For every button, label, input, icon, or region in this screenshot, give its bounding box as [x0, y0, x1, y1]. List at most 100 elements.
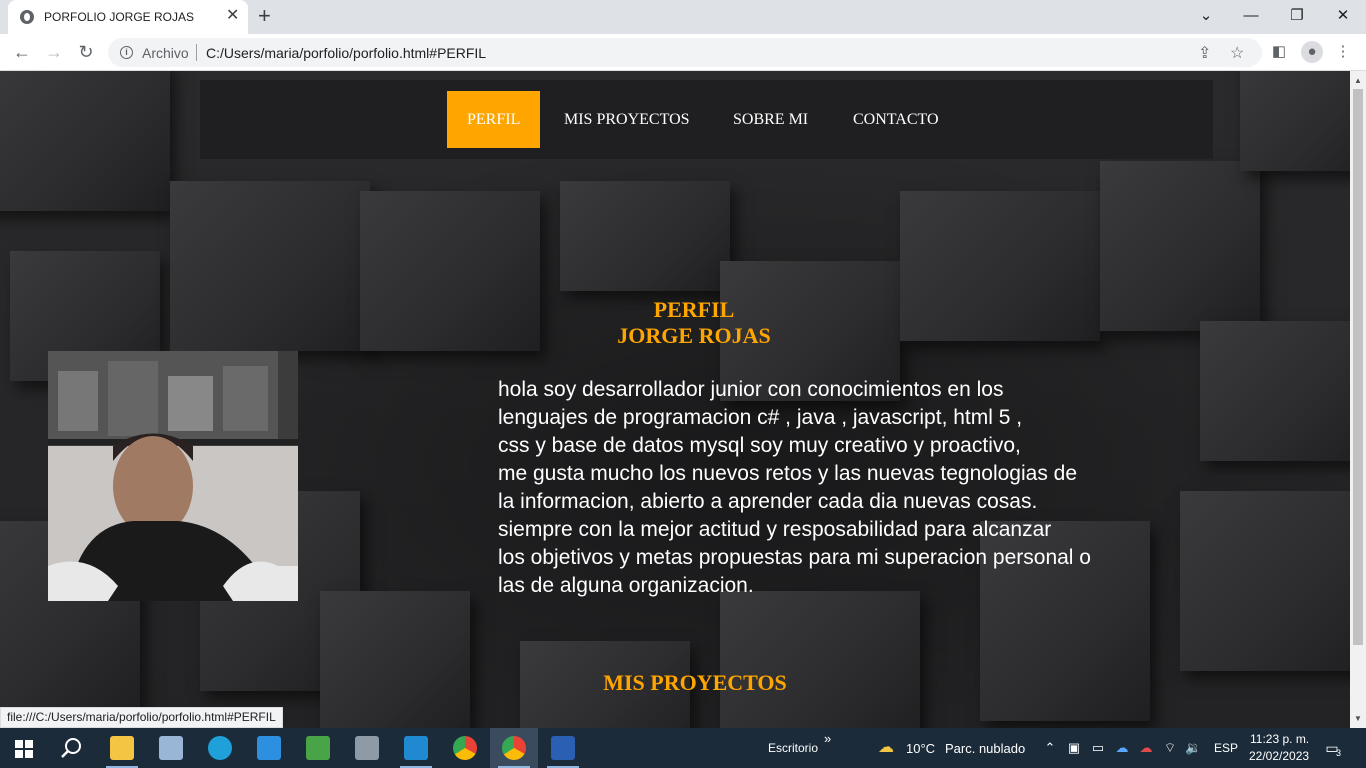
share-icon[interactable]: ⇪ [1198, 43, 1211, 63]
taskbar-photos[interactable] [147, 728, 195, 768]
chrome-icon [502, 736, 526, 760]
sync-error-icon[interactable]: ☁ [1138, 740, 1154, 756]
scroll-up-arrow-icon[interactable]: ▲ [1350, 73, 1366, 89]
browser-tabstrip: PORFOLIO JORGE ROJAS ✕ + ⌄ — ❐ ✕ [0, 0, 1366, 34]
taskbar-chrome-active[interactable] [490, 728, 538, 768]
bg-tile [1100, 161, 1260, 331]
taskbar-search-button[interactable] [48, 728, 96, 768]
search-icon [61, 738, 81, 758]
bio-line: las de alguna organizacion. [498, 574, 754, 597]
notifications-count: 3 [1336, 748, 1342, 758]
nav-link-mis-proyectos[interactable]: MIS PROYECTOS [564, 91, 690, 148]
page-scrollbar[interactable]: ▲ ▼ [1350, 71, 1366, 728]
bg-tile [720, 591, 920, 728]
address-bar[interactable]: i Archivo C:/Users/maria/porfolio/porfol… [108, 38, 1262, 67]
taskbar-word[interactable] [539, 728, 587, 768]
bg-tile [360, 191, 540, 351]
taskbar-app-gray[interactable] [343, 728, 391, 768]
profile-photo-image [48, 351, 298, 601]
bg-tile [900, 191, 1100, 341]
bg-tile [1240, 71, 1350, 171]
app-green-icon [306, 736, 330, 760]
bg-tile [170, 181, 370, 351]
info-icon[interactable]: i [120, 46, 133, 59]
wifi-icon[interactable]: ⌔ [1162, 740, 1178, 756]
bg-tile [320, 591, 470, 728]
menu-kebab-icon[interactable]: ⋮ [1332, 41, 1354, 63]
omnibox-divider [196, 44, 197, 61]
site-navbar: PERFIL MIS PROYECTOS SOBRE MI CONTACTO [200, 80, 1213, 159]
nav-link-contacto[interactable]: CONTACTO [853, 91, 939, 148]
taskbar-app-green[interactable] [294, 728, 342, 768]
tab-search-icon[interactable]: ⌄ [1186, 4, 1226, 28]
profile-icon[interactable]: ● [1301, 41, 1323, 63]
desktop-label[interactable]: Escritorio [768, 741, 818, 755]
status-url-bubble: file:///C:/Users/maria/porfolio/porfolio… [0, 707, 283, 728]
chrome-icon [453, 736, 477, 760]
perfil-heading: PERFIL [653, 297, 735, 322]
nav-link-perfil[interactable]: PERFIL [447, 91, 541, 148]
omnibox-label: Archivo [142, 45, 189, 61]
vscode-icon [404, 736, 428, 760]
scroll-thumb[interactable] [1353, 89, 1363, 645]
bio-line: siempre con la mejor actitud y resposabi… [498, 518, 1052, 541]
weather-description[interactable]: Parc. nublado [945, 741, 1025, 756]
bio-line: me gusta mucho los nuevos retos y las nu… [498, 462, 1078, 485]
windows-logo-icon [15, 740, 33, 758]
nav-link-sobre-mi[interactable]: SOBRE MI [733, 91, 808, 148]
tray-chevron-up-icon[interactable]: ⌃ [1042, 740, 1058, 756]
side-panel-icon[interactable]: ◧ [1268, 41, 1290, 63]
weather-temp[interactable]: 10°C [906, 741, 935, 756]
back-icon[interactable]: ← [10, 40, 34, 64]
clock-date[interactable]: 22/02/2023 [1249, 749, 1309, 763]
start-button[interactable] [0, 728, 48, 768]
volume-icon[interactable]: 🔉 [1185, 740, 1201, 756]
bio-line: hola soy desarrollador junior con conoci… [498, 378, 1004, 401]
profile-photo [48, 351, 298, 601]
taskbar-file-explorer[interactable] [98, 728, 146, 768]
language-indicator[interactable]: ESP [1214, 741, 1238, 755]
perfil-name: JORGE ROJAS [617, 323, 771, 348]
perfil-bio: hola soy desarrollador junior con conoci… [498, 376, 1198, 600]
restore-button[interactable]: ❐ [1277, 4, 1317, 28]
word-icon [551, 736, 575, 760]
app-gray-icon [355, 736, 379, 760]
photos-icon [159, 736, 183, 760]
meet-icon[interactable]: ▣ [1066, 740, 1082, 756]
desktop-chevron-icon[interactable]: » [824, 731, 831, 746]
browser-toolbar: ← → ↻ i Archivo C:/Users/maria/porfolio/… [0, 34, 1366, 71]
forward-icon[interactable]: → [42, 40, 66, 64]
bio-line: css y base de datos mysql soy muy creati… [498, 434, 1021, 457]
edge-icon [208, 736, 232, 760]
proyectos-heading: MIS PROYECTOS [603, 670, 787, 695]
bg-tile [0, 71, 170, 211]
browser-tab[interactable]: PORFOLIO JORGE ROJAS ✕ [8, 0, 248, 34]
taskbar-edge[interactable] [196, 728, 244, 768]
taskbar-vscode[interactable] [392, 728, 440, 768]
folder-icon [110, 736, 134, 760]
bookmark-star-icon[interactable]: ☆ [1230, 43, 1244, 63]
bg-tile [560, 181, 730, 291]
close-window-button[interactable]: ✕ [1323, 4, 1363, 28]
bio-line: la informacion, abierto a aprender cada … [498, 490, 1038, 513]
mail-icon [257, 736, 281, 760]
minimize-button[interactable]: — [1231, 4, 1271, 28]
url-text[interactable]: C:/Users/maria/porfolio/porfolio.html#PE… [206, 45, 486, 61]
globe-icon [20, 10, 34, 24]
tab-close-icon[interactable]: ✕ [226, 7, 239, 25]
weather-icon[interactable]: ☁ [874, 740, 898, 756]
bg-tile [1200, 321, 1350, 461]
bio-line: lenguajes de programacion c# , java , ja… [498, 406, 1023, 429]
battery-icon[interactable]: ▭ [1090, 740, 1106, 756]
clock-time[interactable]: 11:23 p. m. [1250, 732, 1309, 746]
bg-tile [1180, 491, 1350, 671]
taskbar-mail[interactable] [245, 728, 293, 768]
tab-title: PORFOLIO JORGE ROJAS [44, 10, 195, 24]
windows-taskbar: Escritorio » ☁ 10°C Parc. nublado ⌃ ▣ ▭ … [0, 728, 1366, 768]
onedrive-icon[interactable]: ☁ [1114, 740, 1130, 756]
taskbar-chrome[interactable] [441, 728, 489, 768]
scroll-down-arrow-icon[interactable]: ▼ [1350, 711, 1366, 727]
reload-icon[interactable]: ↻ [74, 40, 98, 64]
new-tab-button[interactable]: + [258, 4, 271, 28]
page-viewport: PERFIL MIS PROYECTOS SOBRE MI CONTACTO P… [0, 71, 1350, 728]
